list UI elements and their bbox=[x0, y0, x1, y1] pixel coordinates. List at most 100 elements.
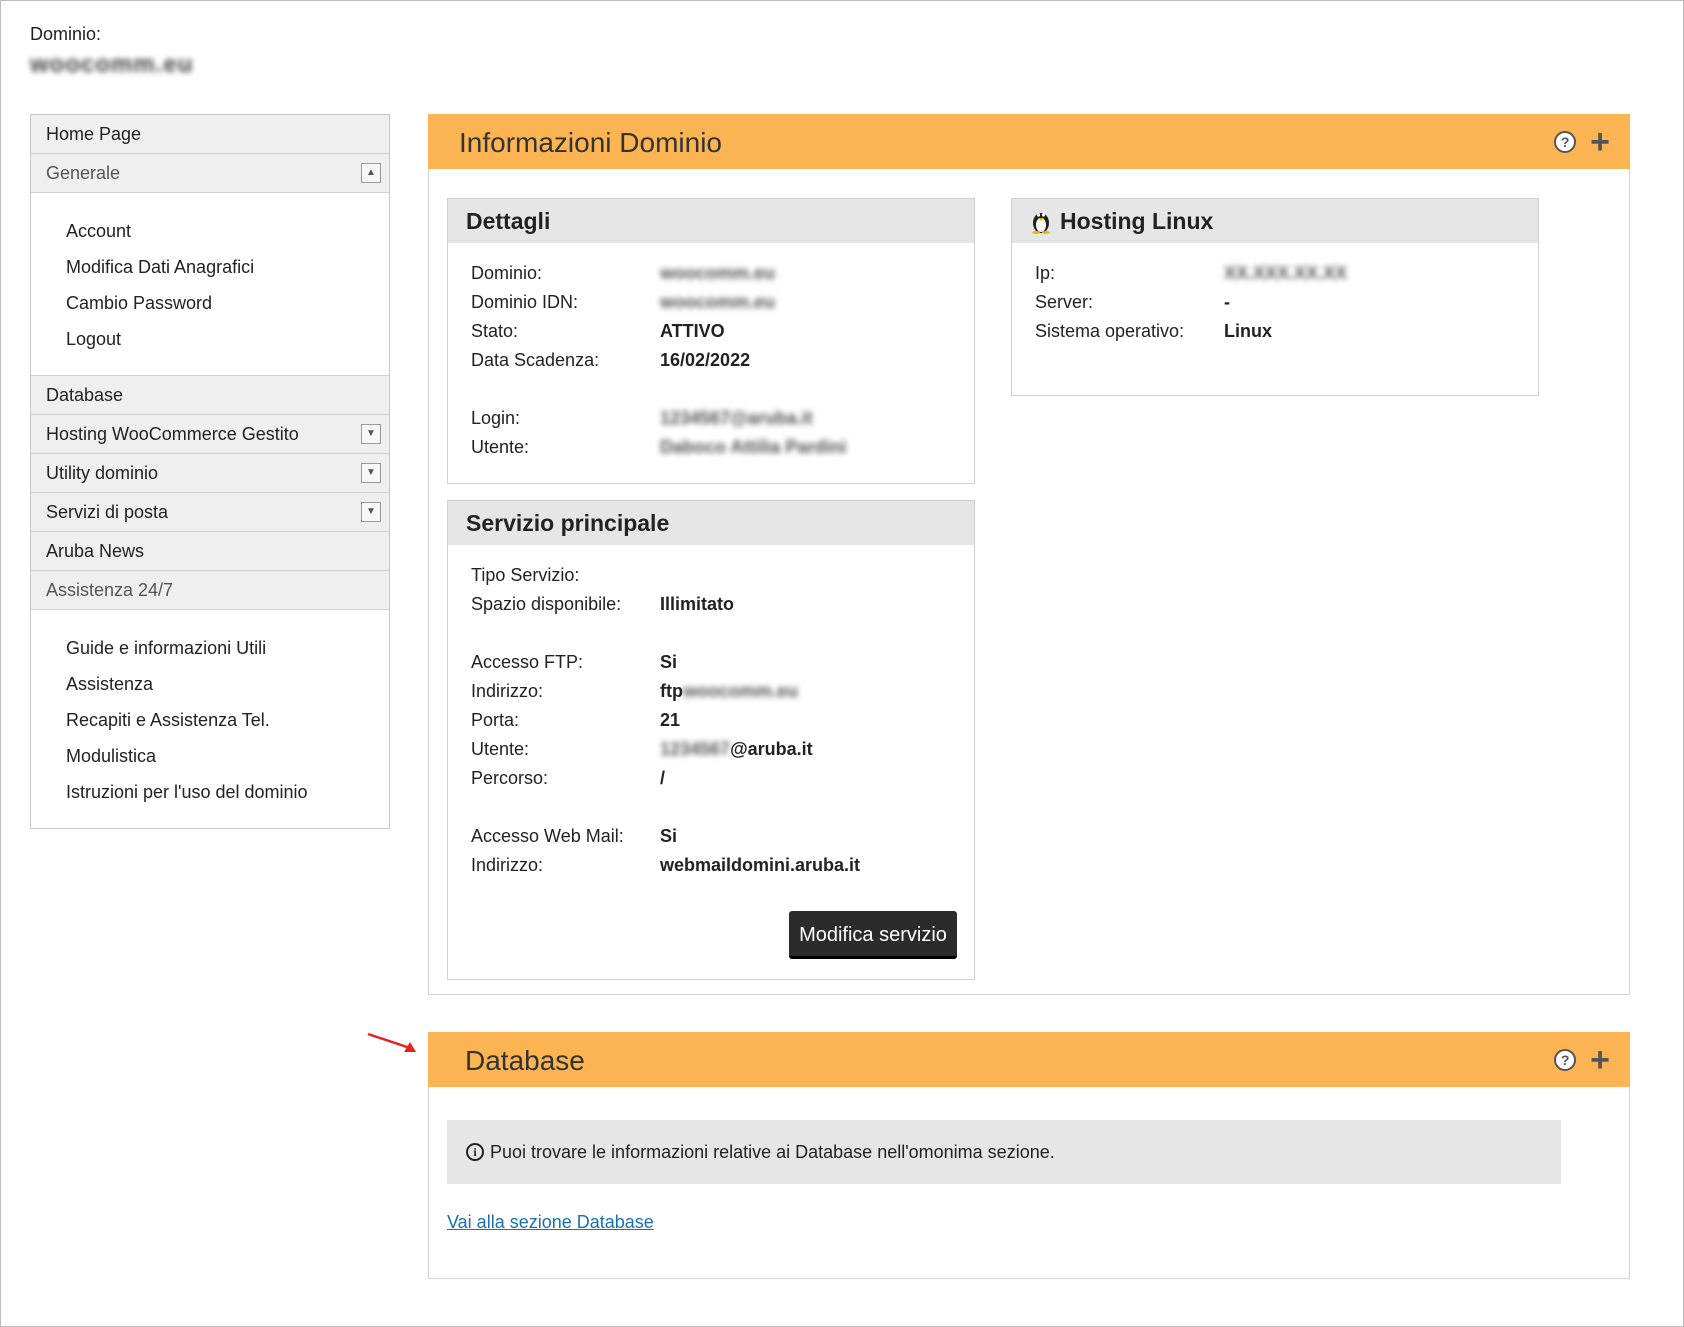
service-row: Percorso: / bbox=[471, 768, 665, 789]
info-panel: Informazioni Dominio ? + Dettagli Domini… bbox=[428, 114, 1630, 995]
service-row: Accesso Web Mail: Si bbox=[471, 826, 677, 847]
sidebar-subitem-istruzioni[interactable]: Istruzioni per l'uso del dominio bbox=[31, 774, 389, 810]
database-info-text: Puoi trovare le informazioni relative ai… bbox=[490, 1141, 1055, 1162]
detail-row: Dominio IDN: woocomm.eu bbox=[471, 292, 775, 313]
service-value: 21 bbox=[660, 710, 681, 730]
sidebar-subitem-account[interactable]: Account bbox=[31, 213, 389, 249]
domain-label: Dominio: bbox=[30, 24, 102, 44]
detail-value: Daboco Attilia Pardini bbox=[660, 437, 847, 457]
info-panel-header: Informazioni Dominio ? + bbox=[428, 114, 1630, 169]
hosting-label: Server: bbox=[1035, 292, 1094, 312]
service-label: Indirizzo: bbox=[471, 681, 544, 701]
sidebar-subitem-guide[interactable]: Guide e informazioni Utili bbox=[31, 630, 389, 666]
detail-value: 16/02/2022 bbox=[660, 350, 751, 370]
linux-tux-icon bbox=[1032, 213, 1050, 234]
service-label: Utente: bbox=[471, 739, 530, 759]
sidebar-item-news[interactable]: Aruba News bbox=[31, 532, 389, 571]
hosting-row: Server: - bbox=[1035, 292, 1230, 313]
detail-row: Utente: Daboco Attilia Pardini bbox=[471, 437, 846, 458]
database-panel: Database ? + i Puoi trovare le informazi… bbox=[428, 1032, 1630, 1279]
service-value-hidden: woocomm.eu bbox=[682, 681, 798, 701]
detail-row: Data Scadenza: 16/02/2022 bbox=[471, 350, 750, 371]
service-row: Indirizzo: ftpwoocomm.eu bbox=[471, 681, 798, 702]
modifica-servizio-button[interactable]: Modifica servizio bbox=[789, 911, 957, 959]
detail-label: Login: bbox=[471, 408, 521, 428]
sidebar-subitem-cambio-password[interactable]: Cambio Password bbox=[31, 285, 389, 321]
detail-label: Dominio IDN: bbox=[471, 292, 579, 312]
domain-header: Dominio: woocomm.eu bbox=[30, 24, 193, 79]
sidebar-item-home[interactable]: Home Page bbox=[31, 115, 389, 154]
database-panel-header: Database ? + bbox=[428, 1032, 1630, 1087]
database-section-link[interactable]: Vai alla sezione Database bbox=[447, 1212, 654, 1233]
service-value: ftp bbox=[660, 681, 683, 701]
service-row: Indirizzo: webmaildomini.aruba.it bbox=[471, 855, 860, 876]
sidebar-subitem-modulistica[interactable]: Modulistica bbox=[31, 738, 389, 774]
hosting-value: - bbox=[1224, 292, 1230, 312]
sidebar-item-posta[interactable]: Servizi di posta ▼ bbox=[31, 493, 389, 532]
plus-icon[interactable]: + bbox=[1590, 1043, 1610, 1077]
service-row: Accesso FTP: Si bbox=[471, 652, 677, 673]
detail-value: woocomm.eu bbox=[660, 263, 776, 283]
help-icon[interactable]: ? bbox=[1554, 131, 1577, 153]
service-value: webmaildomini.aruba.it bbox=[660, 855, 861, 875]
service-row: Utente: 1234567@aruba.it bbox=[471, 739, 813, 760]
hosting-label: Sistema operativo: bbox=[1035, 321, 1185, 341]
detail-value: woocomm.eu bbox=[660, 292, 776, 312]
service-row: Porta: 21 bbox=[471, 710, 680, 731]
service-label: Percorso: bbox=[471, 768, 549, 788]
sidebar-submenu-assistenza: Guide e informazioni Utili Assistenza Re… bbox=[31, 610, 389, 828]
sidebar-subitem-recapiti[interactable]: Recapiti e Assistenza Tel. bbox=[31, 702, 389, 738]
service-value: Si bbox=[660, 652, 678, 672]
service-value-hidden: 1234567 bbox=[660, 739, 731, 759]
domain-name: woocomm.eu bbox=[30, 51, 194, 78]
service-row: Spazio disponibile: Illimitato bbox=[471, 594, 734, 615]
servizio-box: Servizio principale Tipo Servizio: Spazi… bbox=[447, 500, 975, 980]
sidebar-submenu-generale: Account Modifica Dati Anagrafici Cambio … bbox=[31, 193, 389, 376]
service-label: Porta: bbox=[471, 710, 520, 730]
service-label: Tipo Servizio: bbox=[471, 565, 580, 585]
sidebar-item-assistenza[interactable]: Assistenza 24/7 bbox=[31, 571, 389, 610]
hosting-value: XX.XXX.XX.XX bbox=[1224, 263, 1348, 283]
sidebar-item-utility[interactable]: Utility dominio ▼ bbox=[31, 454, 389, 493]
sidebar-subitem-logout[interactable]: Logout bbox=[31, 321, 389, 357]
box-title-text: Hosting Linux bbox=[1060, 208, 1214, 234]
sidebar-subitem-modifica-dati[interactable]: Modifica Dati Anagrafici bbox=[31, 249, 389, 285]
service-label: Spazio disponibile: bbox=[471, 594, 622, 614]
box-title: Servizio principale bbox=[448, 501, 974, 545]
sidebar-item-label: Servizi di posta bbox=[46, 502, 169, 522]
service-label: Indirizzo: bbox=[471, 855, 544, 875]
detail-label: Data Scadenza: bbox=[471, 350, 600, 370]
sidebar-item-generale[interactable]: Generale ▲ bbox=[31, 154, 389, 193]
chevron-up-icon[interactable]: ▲ bbox=[361, 163, 381, 183]
info-icon: i bbox=[466, 1143, 484, 1161]
detail-label: Utente: bbox=[471, 437, 530, 457]
sidebar: Home Page Generale ▲ Account Modifica Da… bbox=[30, 114, 390, 829]
sidebar-subitem-assistenza[interactable]: Assistenza bbox=[31, 666, 389, 702]
hosting-row: Sistema operativo: Linux bbox=[1035, 321, 1272, 342]
service-label: Accesso Web Mail: bbox=[471, 826, 624, 846]
chevron-down-icon[interactable]: ▼ bbox=[361, 502, 381, 522]
service-value: Si bbox=[660, 826, 678, 846]
hosting-row: Ip: XX.XXX.XX.XX bbox=[1035, 263, 1347, 284]
detail-row: Login: 1234567@aruba.it bbox=[471, 408, 813, 429]
detail-row: Stato: ATTIVO bbox=[471, 321, 725, 342]
chevron-down-icon[interactable]: ▼ bbox=[361, 463, 381, 483]
service-row: Tipo Servizio: bbox=[471, 565, 660, 586]
sidebar-item-hosting[interactable]: Hosting WooCommerce Gestito ▼ bbox=[31, 415, 389, 454]
hosting-label: Ip: bbox=[1035, 263, 1056, 283]
plus-icon[interactable]: + bbox=[1590, 125, 1610, 159]
sidebar-item-database[interactable]: Database bbox=[31, 376, 389, 415]
detail-value: ATTIVO bbox=[660, 321, 725, 341]
hosting-value: Linux bbox=[1224, 321, 1272, 341]
hosting-box: Hosting Linux Ip: XX.XXX.XX.XX Server: - S… bbox=[1011, 198, 1539, 396]
sidebar-item-label: Generale bbox=[46, 163, 121, 183]
chevron-down-icon[interactable]: ▼ bbox=[361, 424, 381, 444]
red-arrow-icon bbox=[367, 1032, 416, 1052]
sidebar-item-label: Utility dominio bbox=[46, 463, 159, 483]
service-value: @aruba.it bbox=[730, 739, 813, 759]
service-value: / bbox=[660, 768, 666, 788]
service-label: Accesso FTP: bbox=[471, 652, 584, 672]
box-title: Dettagli bbox=[448, 199, 974, 243]
help-icon[interactable]: ? bbox=[1554, 1049, 1577, 1071]
detail-label: Stato: bbox=[471, 321, 519, 341]
